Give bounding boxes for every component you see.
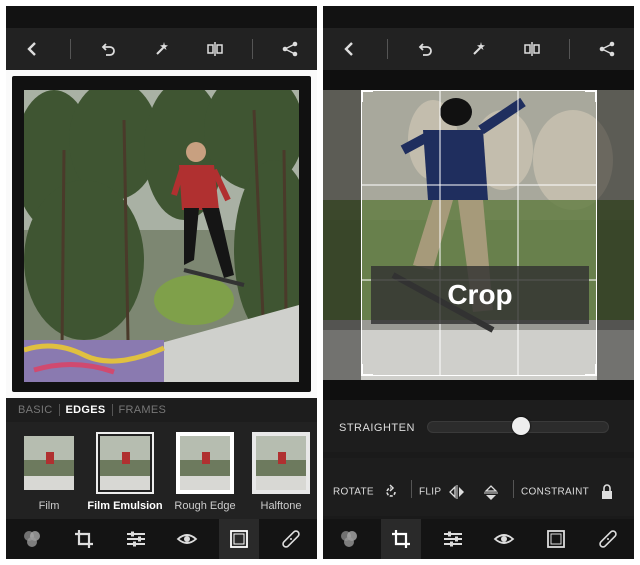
bottom-tool-bar <box>323 519 634 559</box>
flip-button[interactable]: FLIP <box>419 484 466 500</box>
left-phone-screen: BASIC EDGES FRAMES Film Film Emulsion Ro… <box>6 6 317 559</box>
thumbnail-image <box>256 436 306 490</box>
status-bar <box>6 6 317 28</box>
share-icon[interactable] <box>274 33 306 65</box>
compare-icon[interactable] <box>199 33 231 65</box>
frame-icon[interactable] <box>219 519 260 559</box>
film-emulsion-frame <box>12 76 311 392</box>
flip-horizontal-icon <box>449 485 465 499</box>
flip-vertical-icon <box>484 485 498 500</box>
crop-rectangle[interactable] <box>361 90 597 376</box>
thumbnail-label-halftone: Halftone <box>260 500 302 512</box>
controls-divider <box>411 480 412 498</box>
undo-icon[interactable] <box>409 33 441 65</box>
crop-canvas[interactable]: Crop <box>323 70 634 400</box>
back-icon[interactable] <box>334 33 366 65</box>
thumbnail-image <box>100 436 150 490</box>
lock-icon <box>601 484 612 499</box>
constraint-label: CONSTRAINT <box>521 486 589 498</box>
flip-vertical-button[interactable] <box>483 484 499 502</box>
thumbnail-image <box>24 436 74 490</box>
flip-label: FLIP <box>419 486 442 498</box>
top-toolbar <box>6 28 317 70</box>
tab-divider <box>58 404 60 416</box>
toolbar-divider <box>386 39 388 59</box>
crop-mask-left <box>323 90 361 380</box>
crop-controls-row: ROTATE FLIP CONSTRAINT <box>323 458 634 516</box>
edge-thumbnail-strip: Film Film Emulsion Rough Edge Halftone <box>6 422 317 520</box>
bandage-heal-icon[interactable] <box>588 519 628 559</box>
effects-category-tabs: BASIC EDGES FRAMES <box>6 398 317 422</box>
crop-icon[interactable] <box>380 519 421 559</box>
constraint-button[interactable]: CONSTRAINT <box>521 484 614 500</box>
thumbnail-film[interactable] <box>20 432 78 494</box>
tab-basic[interactable]: BASIC <box>14 404 57 416</box>
rotate-label: ROTATE <box>333 486 374 498</box>
back-icon[interactable] <box>17 33 49 65</box>
thumbnail-rough-edge[interactable] <box>176 432 234 494</box>
photo-canvas[interactable] <box>6 70 317 398</box>
thumbnail-halftone[interactable] <box>252 432 310 494</box>
thumbnail-image <box>180 436 230 490</box>
adjustments-sliders-icon[interactable] <box>116 519 156 559</box>
color-filters-icon[interactable] <box>12 519 52 559</box>
right-phone-screen: Crop STRAIGHTEN ROTATE FLIP CONSTRAINT <box>323 6 634 559</box>
crop-icon[interactable] <box>64 519 104 559</box>
auto-fix-wand-icon[interactable] <box>145 33 177 65</box>
auto-fix-wand-icon[interactable] <box>462 33 494 65</box>
tab-edges[interactable]: EDGES <box>62 404 110 416</box>
straighten-label: STRAIGHTEN <box>339 422 415 434</box>
top-toolbar <box>323 28 634 70</box>
crop-mask-right <box>597 90 634 380</box>
rotate-button[interactable]: ROTATE <box>333 484 399 500</box>
frame-icon[interactable] <box>536 519 576 559</box>
straighten-row: STRAIGHTEN <box>323 400 634 452</box>
color-filters-icon[interactable] <box>329 519 369 559</box>
crop-overlay-label: Crop <box>371 266 589 324</box>
controls-divider <box>513 480 514 498</box>
tab-frames[interactable]: FRAMES <box>115 404 171 416</box>
share-icon[interactable] <box>591 33 623 65</box>
toolbar-divider <box>69 39 71 59</box>
skateboarder-photo <box>24 90 299 382</box>
status-bar <box>323 6 634 28</box>
thumbnail-film-emulsion[interactable] <box>96 432 154 494</box>
thumbnail-label-film-emulsion: Film Emulsion <box>87 500 163 512</box>
red-eye-icon[interactable] <box>167 519 207 559</box>
undo-icon[interactable] <box>92 33 124 65</box>
rotate-icon <box>386 484 396 497</box>
toolbar-divider <box>252 39 254 59</box>
tab-divider <box>111 404 113 416</box>
bottom-tool-bar <box>6 519 317 559</box>
toolbar-divider <box>569 39 571 59</box>
red-eye-icon[interactable] <box>484 519 524 559</box>
compare-icon[interactable] <box>516 33 548 65</box>
bandage-heal-icon[interactable] <box>271 519 311 559</box>
straighten-slider-thumb[interactable] <box>512 417 530 435</box>
adjustments-sliders-icon[interactable] <box>433 519 473 559</box>
